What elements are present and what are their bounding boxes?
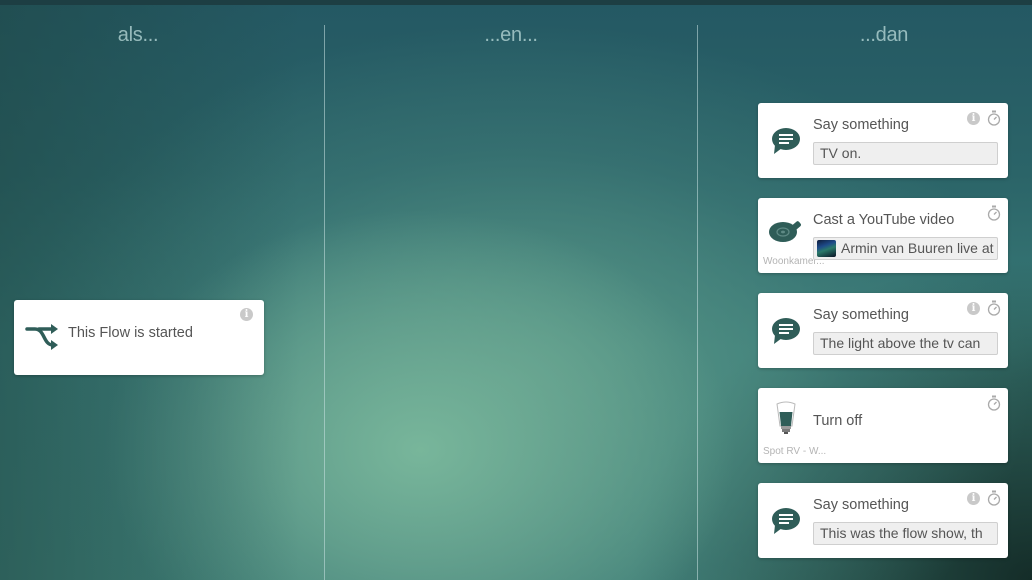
speech-bubble-icon bbox=[766, 311, 806, 351]
column-title-and: ...en... bbox=[484, 24, 538, 46]
info-icon[interactable]: i bbox=[967, 302, 980, 315]
video-thumbnail bbox=[817, 240, 836, 257]
background-shade bbox=[0, 0, 300, 580]
action-card[interactable]: Spot RV - W... Turn off bbox=[758, 388, 1008, 463]
speech-bubble-icon bbox=[766, 501, 806, 541]
video-title: Armin van Buuren live at To bbox=[841, 240, 998, 256]
action-card[interactable]: Say something This was the flow show, th… bbox=[758, 483, 1008, 558]
delay-timer-icon[interactable] bbox=[987, 205, 1001, 221]
chromecast-icon bbox=[766, 210, 806, 250]
action-card[interactable]: Woonkamer... Cast a YouTube video Armin … bbox=[758, 198, 1008, 273]
speech-text-field[interactable]: The light above the tv can bbox=[813, 332, 998, 355]
delay-timer-icon[interactable] bbox=[987, 490, 1001, 506]
action-title: Say something bbox=[813, 497, 909, 513]
light-bulb-icon bbox=[766, 398, 806, 438]
action-title: Say something bbox=[813, 307, 909, 323]
column-divider bbox=[697, 25, 698, 580]
action-card[interactable]: Say something The light above the tv can… bbox=[758, 293, 1008, 368]
column-divider bbox=[324, 25, 325, 580]
info-icon[interactable]: i bbox=[240, 308, 253, 321]
speech-text-field[interactable]: This was the flow show, th bbox=[813, 522, 998, 545]
column-title-then: ...dan bbox=[859, 24, 909, 46]
action-title: Cast a YouTube video bbox=[813, 212, 955, 228]
delay-timer-icon[interactable] bbox=[987, 110, 1001, 126]
speech-text-field[interactable]: TV on. bbox=[813, 142, 998, 165]
trigger-card[interactable]: This Flow is started i bbox=[14, 300, 264, 375]
speech-bubble-icon bbox=[766, 121, 806, 161]
trigger-title: This Flow is started bbox=[68, 325, 193, 341]
top-bar bbox=[0, 0, 1032, 5]
info-icon[interactable]: i bbox=[967, 112, 980, 125]
info-icon[interactable]: i bbox=[967, 492, 980, 505]
youtube-video-field[interactable]: Armin van Buuren live at To bbox=[813, 237, 998, 260]
action-card[interactable]: Say something TV on. i bbox=[758, 103, 1008, 178]
delay-timer-icon[interactable] bbox=[987, 300, 1001, 316]
action-title: Turn off bbox=[813, 413, 863, 429]
device-name: Spot RV - W... bbox=[763, 446, 827, 457]
column-title-when: als... bbox=[117, 24, 159, 46]
flow-start-icon bbox=[22, 318, 62, 358]
delay-timer-icon[interactable] bbox=[987, 395, 1001, 411]
action-title: Say something bbox=[813, 117, 909, 133]
